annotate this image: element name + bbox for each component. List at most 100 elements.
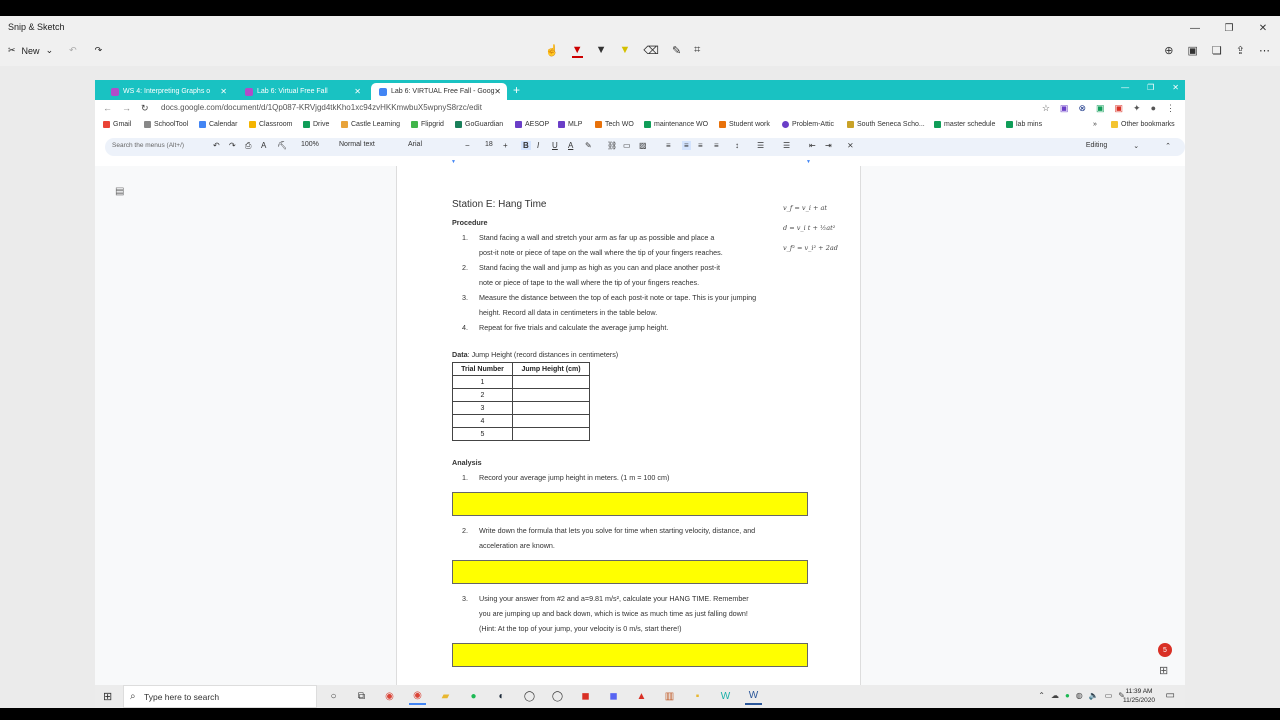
bookmark-lab-mins[interactable]: lab mins — [1006, 121, 1042, 128]
bookmark-gmail[interactable]: Gmail — [103, 121, 131, 128]
notifications-icon[interactable]: ▭ — [1166, 690, 1175, 701]
right-indent-marker-icon[interactable]: ▼ — [806, 159, 811, 165]
zoom-select[interactable]: 100% — [301, 141, 319, 148]
highlight-icon[interactable]: ✎ — [585, 141, 592, 150]
bookmark-tech-wo[interactable]: Tech WO — [595, 121, 634, 128]
tab-ws4[interactable]: WS 4: Interpreting Graphs o ✕ — [103, 83, 233, 100]
decrease-indent-icon[interactable]: ⇤ — [809, 141, 816, 150]
extension-icon[interactable]: ▣ — [1096, 103, 1105, 114]
puzzle-icon[interactable]: ✦ — [1133, 103, 1141, 114]
ruler-icon[interactable]: ✎ — [672, 44, 681, 58]
bookmark-student-work[interactable]: Student work — [719, 121, 770, 128]
chrome-icon[interactable]: ◉ — [381, 688, 398, 705]
app-circle-icon[interactable]: ◯ — [521, 688, 538, 705]
pencil-icon[interactable]: ▼ — [596, 44, 607, 58]
bookmark-aesop[interactable]: AESOP — [515, 121, 549, 128]
minimize-icon[interactable]: — — [1178, 16, 1212, 40]
bookmark-classroom[interactable]: Classroom — [249, 121, 292, 128]
numbered-list-icon[interactable]: ☰ — [757, 141, 764, 150]
document-page[interactable]: Station E: Hang Time v_f = v_i + at d = … — [396, 166, 861, 685]
save-icon[interactable]: ▣ — [1188, 44, 1198, 57]
bookmark-schooltool[interactable]: SchoolTool — [144, 121, 188, 128]
increase-indent-icon[interactable]: ⇥ — [825, 141, 832, 150]
extension-icon[interactable]: ▣ — [1060, 103, 1069, 114]
jump-height-cell[interactable] — [512, 375, 590, 389]
network-icon[interactable]: ◍ — [1076, 691, 1083, 700]
spotify-tray-icon[interactable]: ● — [1065, 691, 1070, 700]
bulleted-list-icon[interactable]: ☰ — [783, 141, 790, 150]
align-right-icon[interactable]: ≡ — [698, 141, 703, 150]
redo-icon[interactable]: ↷ — [95, 45, 103, 56]
undo-icon[interactable]: ↶ — [213, 141, 220, 150]
task-view-icon[interactable]: ⧉ — [353, 688, 370, 705]
bookmark-drive[interactable]: Drive — [303, 121, 329, 128]
discord-icon[interactable]: ◼ — [605, 688, 622, 705]
new-snip-button[interactable]: ✂ New ⌄ ↶ ↷ — [8, 45, 102, 56]
chevron-down-icon[interactable]: ⌄ — [1133, 142, 1139, 150]
bookmark-problem-attic[interactable]: Problem-Attic — [782, 121, 834, 128]
url-field[interactable]: docs.google.com/document/d/1Qp087-KRVjgd… — [161, 103, 482, 112]
copy-icon[interactable]: ❏ — [1212, 44, 1222, 57]
justify-icon[interactable]: ≡ — [714, 141, 719, 150]
print-icon[interactable]: ⎙ — [245, 141, 251, 151]
bookmark-goguardian[interactable]: GoGuardian — [455, 121, 503, 128]
indent-marker-icon[interactable]: ▼ — [451, 159, 456, 165]
acrobat-icon[interactable]: ▲ — [633, 688, 650, 705]
forward-icon[interactable]: → — [122, 103, 131, 114]
reload-icon[interactable]: ↻ — [141, 103, 149, 114]
bookmark-other[interactable]: Other bookmarks — [1111, 121, 1175, 128]
comment-icon[interactable]: ▭ — [623, 141, 631, 150]
highlighter-icon[interactable]: ▼ — [619, 44, 630, 58]
increase-font-icon[interactable]: + — [503, 141, 508, 150]
chrome-active-icon[interactable]: ◉ — [409, 688, 426, 705]
chevron-up-icon[interactable]: ⌃ — [1165, 142, 1171, 150]
w-app-icon[interactable]: W — [717, 688, 734, 705]
menu-icon[interactable]: ⋮ — [1166, 103, 1175, 114]
taskbar-search[interactable]: ⌕ Type here to search — [123, 685, 317, 708]
style-select[interactable]: Normal text — [339, 141, 375, 148]
book-icon[interactable]: ▥ — [661, 688, 678, 705]
chevron-down-icon[interactable]: ⌄ — [46, 45, 54, 56]
ballpoint-pen-icon[interactable]: ▼ — [571, 44, 583, 58]
restore-icon[interactable]: ❐ — [1147, 83, 1154, 92]
editing-mode[interactable]: Editing ⌄ ⌃ — [1086, 142, 1171, 150]
tab-lab6-doc[interactable]: Lab 6: VIRTUAL Free Fall - Goog ✕ — [371, 83, 507, 100]
answer-box[interactable] — [452, 560, 808, 584]
align-left-icon[interactable]: ≡ — [666, 141, 671, 150]
share-icon[interactable]: ⇪ — [1236, 44, 1245, 57]
jump-height-cell[interactable] — [512, 427, 590, 441]
redo-icon[interactable]: ↷ — [229, 141, 236, 150]
jump-height-cell[interactable] — [512, 388, 590, 402]
touch-writing-icon[interactable]: ☝ — [545, 44, 559, 58]
image-icon[interactable]: ▨ — [639, 141, 647, 150]
clock[interactable]: 11:39 AM 11/25/2020 — [1123, 687, 1155, 705]
bookmark-master-schedule[interactable]: master schedule — [934, 121, 995, 128]
spotify-icon[interactable]: ● — [465, 688, 482, 705]
underline-icon[interactable]: U — [552, 141, 558, 150]
jump-height-cell[interactable] — [512, 414, 590, 428]
cloud-icon[interactable]: ☁ — [1051, 691, 1059, 700]
extension-icon[interactable]: ▣ — [1115, 103, 1124, 114]
close-tab-icon[interactable]: ✕ — [494, 87, 501, 96]
line-spacing-icon[interactable]: ↕ — [735, 141, 739, 150]
close-tab-icon[interactable]: ✕ — [220, 87, 227, 96]
notification-badge[interactable]: 5 — [1158, 643, 1172, 657]
chevron-up-icon[interactable]: ⌃ — [1038, 691, 1045, 700]
menu-search-input[interactable]: Search the menus (Alt+/) — [112, 142, 184, 149]
close-tab-icon[interactable]: ✕ — [354, 87, 361, 96]
decrease-font-icon[interactable]: − — [465, 141, 470, 150]
eraser-icon[interactable]: ⌫ — [643, 44, 659, 58]
bookmark-maintenance-wo[interactable]: maintenance WO — [644, 121, 708, 128]
close-icon[interactable]: ✕ — [1172, 83, 1179, 92]
explore-icon[interactable]: ⊞ — [1159, 664, 1168, 677]
bookmarks-overflow-icon[interactable]: » — [1093, 121, 1097, 128]
steam-icon[interactable]: ◐ — [493, 688, 510, 705]
windows-start-icon[interactable]: ⊞ — [103, 690, 112, 703]
bold-icon[interactable]: B — [521, 141, 531, 150]
italic-icon[interactable]: I — [537, 141, 539, 150]
cortana-icon[interactable]: ○ — [325, 688, 342, 705]
spellcheck-icon[interactable]: A — [261, 141, 266, 150]
minimize-icon[interactable]: — — [1121, 83, 1129, 92]
more-icon[interactable]: ⋯ — [1259, 44, 1270, 57]
volume-icon[interactable]: 🔈 — [1089, 691, 1099, 700]
